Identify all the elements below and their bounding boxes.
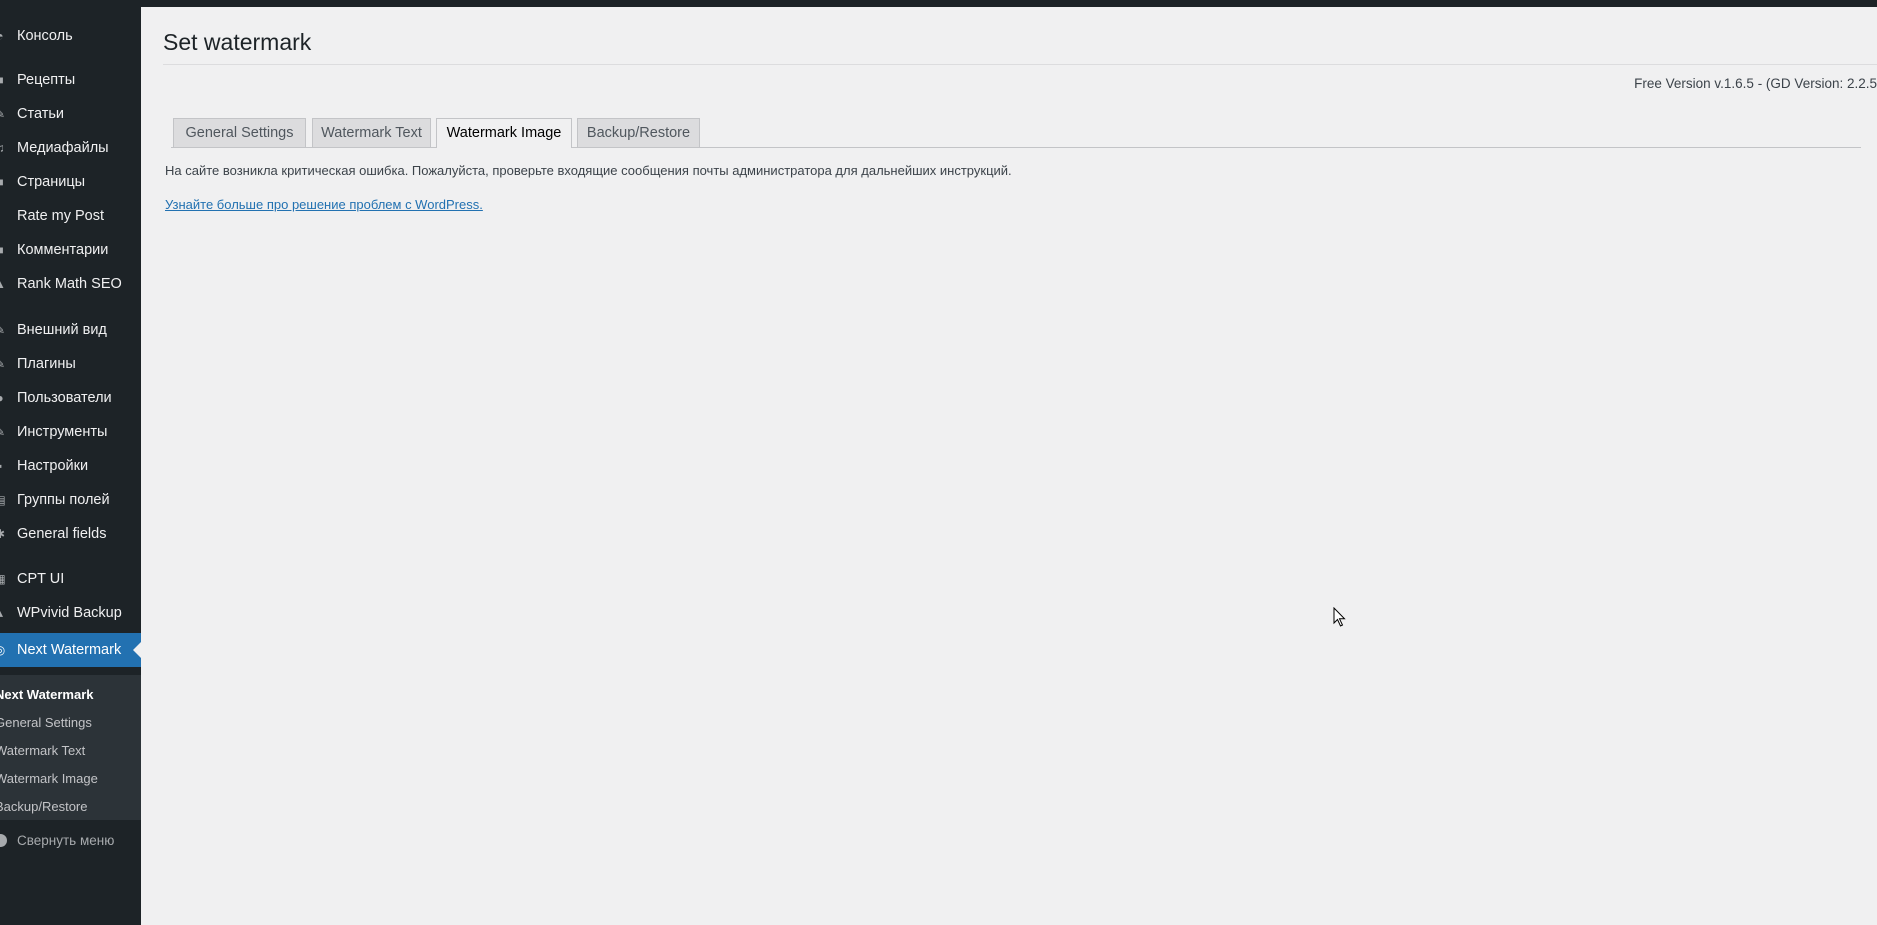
sidebar-item-label: Настройки [17,458,89,474]
sidebar-item-media[interactable]: ♫ Медиафайлы [0,131,141,165]
users-icon: ● [0,392,6,404]
sidebar-item-label: WPvivid Backup [17,605,122,621]
sidebar-item-users[interactable]: ● Пользователи [0,381,141,415]
sidebar-item-label: Next Watermark [17,642,122,658]
sidebar-item-label: Пользователи [17,390,112,406]
admin-bar [0,0,1877,7]
post-icon: ■ [0,74,6,86]
sidebar-item-tools[interactable]: ✎ Инструменты [0,415,141,449]
tab-general-settings[interactable]: General Settings [173,118,306,147]
version-info: Free Version v.1.6.5 - (GD Version: 2.2.… [1634,76,1877,91]
sidebar-item-settings[interactable]: ▪ Настройки [0,449,141,483]
sidebar-item-label: General fields [17,526,107,542]
critical-error-message: На сайте возникла критическая ошибка. По… [165,163,1012,178]
sidebar-item-label: Комментарии [17,242,109,258]
watermark-icon: ◎ [0,644,6,656]
tab-watermark-image[interactable]: Watermark Image [436,118,572,148]
sidebar-item-rate-my-post[interactable]: Rate my Post [0,199,141,233]
sidebar-item-rank-math-seo[interactable]: ▲ Rank Math SEO [0,267,141,301]
sidebar-item-pages[interactable]: ■ Страницы [0,165,141,199]
submenu-item-watermark-image[interactable]: Watermark Image [0,771,98,786]
submenu-item-backup-restore[interactable]: Backup/Restore [0,799,88,814]
collapse-menu-label: Свернуть меню [17,832,115,848]
mouse-cursor-icon [1333,607,1346,627]
cloud-icon: ▴ [0,607,6,619]
sidebar-item-general-fields[interactable]: ✱ General fields [0,517,141,551]
brush-icon: ✎ [0,324,6,336]
submenu-item-watermark-text[interactable]: Watermark Text [0,743,85,758]
sidebar-item-label: CPT UI [17,571,65,587]
tab-backup-restore[interactable]: Backup/Restore [577,118,700,147]
pin-icon: ✎ [0,108,6,120]
wordpress-help-link[interactable]: Узнайте больше про решение проблем с Wor… [165,197,483,212]
comments-icon: ■ [0,244,6,256]
submenu-item-general-settings[interactable]: General Settings [0,715,92,730]
sidebar-item-label: Инструменты [17,424,108,440]
sidebar-item-plugins[interactable]: ✎ Плагины [0,347,141,381]
wrench-icon: ✎ [0,426,6,438]
tab-watermark-text[interactable]: Watermark Text [312,118,431,147]
sidebar-item-next-watermark[interactable]: ◎ Next Watermark [0,633,141,667]
sidebar-item-label: Rank Math SEO [17,276,122,292]
submenu-item-next-watermark[interactable]: Next Watermark [0,687,94,702]
sidebar-submenu: Next Watermark General Settings Watermar… [0,675,141,820]
sidebar-item-label: Rate my Post [17,208,105,224]
tab-bar: General Settings Watermark Text Watermar… [171,112,1861,148]
sidebar-item-appearance[interactable]: ✎ Внешний вид [0,313,141,347]
sidebar-item-cpt-ui[interactable]: ▦ CPT UI [0,562,141,596]
sidebar-item-articles[interactable]: ✎ Статьи [0,97,141,131]
sidebar-item-recipes[interactable]: ■ Рецепты [0,63,141,97]
gear-icon: ✱ [0,528,6,540]
star-icon [0,210,6,222]
main-content: Set watermark Free Version v.1.6.5 - (GD… [141,7,1877,925]
dashboard-icon: ◔ [0,30,6,42]
sidebar-item-console[interactable]: ◔ Консоль [0,19,141,53]
sidebar-item-wpvivid-backup[interactable]: ▴ WPvivid Backup [0,596,141,630]
page-title: Set watermark [163,29,312,55]
sidebar-item-label: Плагины [17,356,76,372]
chart-icon: ▲ [0,278,6,290]
settings-icon: ▪ [0,460,6,472]
fields-icon: ▤ [0,494,6,506]
sidebar-item-label: Страницы [17,174,86,190]
sidebar-item-label: Группы полей [17,492,110,508]
page-icon: ■ [0,176,6,188]
collapse-menu-button[interactable]: Свернуть меню [0,825,141,855]
media-icon: ♫ [0,141,5,155]
collapse-icon [0,833,7,847]
sidebar-item-comments[interactable]: ■ Комментарии [0,233,141,267]
sidebar-item-field-groups[interactable]: ▤ Группы полей [0,483,141,517]
sidebar-item-label: Внешний вид [17,322,107,338]
admin-sidebar: ◔ Консоль ■ Рецепты ✎ Статьи ♫ Медиафайл… [0,7,141,925]
plugin-icon: ✎ [0,358,6,370]
sidebar-item-label: Рецепты [17,72,76,88]
sidebar-item-label: Статьи [17,106,64,122]
sidebar-item-label: Медиафайлы [17,140,109,156]
sidebar-item-label: Консоль [17,28,73,44]
cpt-icon: ▦ [0,573,6,585]
divider [163,64,1877,65]
